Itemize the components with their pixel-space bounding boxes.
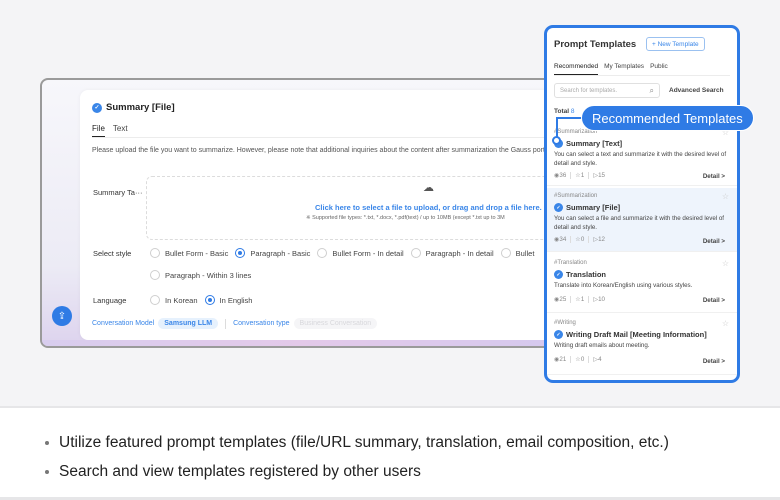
style-options-row2: Paragraph - Within 3 lines [150, 270, 258, 280]
section-divider [0, 406, 780, 408]
form-title: ✓ Summary [File] [92, 102, 175, 113]
detail-link[interactable]: Detail > [703, 297, 725, 304]
language-label: Language [93, 296, 127, 305]
select-file-link[interactable]: Click here to select a file to upload, o… [315, 203, 542, 212]
verified-badge-icon: ✓ [554, 330, 563, 339]
style-option[interactable]: Bullet Form - In detail [317, 248, 404, 258]
star-icon[interactable]: ☆ [722, 192, 729, 201]
style-options: Bullet Form - Basic Paragraph - Basic Bu… [150, 248, 541, 258]
item-tag: #Summarization [554, 193, 598, 199]
file-dropzone[interactable]: ☁ Click here to select a file to upload,… [146, 176, 558, 240]
verified-badge-icon: ✓ [554, 203, 563, 212]
prompt-templates-panel: Prompt Templates + New Template Recommen… [544, 25, 740, 383]
radio-selected[interactable] [235, 248, 246, 258]
language-option[interactable]: In English [204, 295, 252, 305]
model-pill[interactable]: Samsung LLM [158, 318, 219, 329]
form-title-text: Summary [File] [106, 102, 175, 113]
style-option[interactable]: Paragraph - Basic [235, 248, 310, 258]
bullet-icon [45, 440, 49, 445]
search-placeholder: Search for templates. [560, 87, 618, 94]
item-title: ✓ Writing Draft Mail [Meeting Information… [554, 330, 707, 339]
star-icon[interactable]: ☆ [722, 259, 729, 268]
tab-text[interactable]: Text [113, 124, 128, 137]
new-template-button[interactable]: + New Template [646, 37, 705, 51]
item-title: ✓Summary [Text] [554, 139, 622, 148]
detail-link[interactable]: Detail > [703, 358, 725, 365]
callout-connector [556, 117, 582, 139]
radio[interactable] [150, 295, 160, 305]
language-options: In Korean In English [150, 295, 259, 305]
supported-types-note: ※ Supported file types: *.txt, *.docx, *… [306, 215, 505, 221]
upload-button[interactable]: ⇪ [52, 306, 72, 326]
style-option[interactable]: Bullet Form - Basic [150, 248, 228, 258]
item-stats: ◉ 25 ☆ 1 ▷ 10 [554, 296, 605, 303]
cloud-upload-icon: ☁ [423, 182, 434, 194]
style-option[interactable]: Bullet [500, 248, 534, 258]
tab-file[interactable]: File [92, 124, 105, 137]
template-item[interactable]: #Summarization ☆ ✓ Summary [File] You can… [547, 188, 737, 252]
item-stats: ◉ 21 ☆ 0 ▷ 4 [554, 356, 602, 363]
bullet-item: Search and view templates registered by … [45, 457, 669, 486]
input-mode-tabs: File Text [92, 124, 558, 138]
tab-my-templates[interactable]: My Templates [604, 63, 644, 75]
item-stats: ◉ 36 ☆ 1 ▷ 15 [554, 172, 605, 179]
panel-tabs: Recommended My Templates Public [554, 63, 730, 76]
item-title: ✓ Translation [554, 270, 606, 279]
upload-icon: ⇪ [57, 310, 67, 322]
frame-gradient-bar [42, 340, 558, 346]
radio[interactable] [317, 248, 328, 258]
radio[interactable] [150, 270, 160, 280]
style-label: Select style [93, 249, 132, 258]
item-stats: ◉ 34 ☆ 0 ▷ 12 [554, 236, 605, 243]
app-window: ⇪ ✓ Summary [File] File Text Please uplo… [40, 78, 560, 348]
recommended-templates-callout: Recommended Templates [581, 105, 754, 131]
language-option[interactable]: In Korean [150, 295, 198, 305]
item-tag: #Writing [554, 320, 576, 326]
type-pill[interactable]: Business Conversation [293, 318, 378, 329]
form-description: Please upload the file you want to summa… [92, 147, 553, 154]
template-item[interactable]: #Translation ☆ ✓ Translation Translate in… [547, 255, 737, 313]
item-title: ✓ Summary [File] [554, 203, 620, 212]
item-tag: #Translation [554, 260, 587, 266]
detail-link[interactable]: Detail > [703, 238, 725, 245]
item-description: Translate into Korean/English using vari… [554, 282, 693, 289]
tab-public[interactable]: Public [650, 63, 668, 75]
screenshot-stage: ⇪ ✓ Summary [File] File Text Please uplo… [0, 0, 780, 406]
search-icon[interactable]: ⌕ [650, 86, 654, 96]
radio-selected[interactable] [204, 295, 215, 305]
template-item[interactable]: #Writing ☆ ✓ Writing Draft Mail [Meeting … [547, 315, 737, 375]
conversation-meta: Conversation Model Samsung LLM Conversat… [92, 318, 384, 329]
radio[interactable] [150, 248, 160, 258]
style-option[interactable]: Paragraph - In detail [410, 248, 494, 258]
verified-badge-icon: ✓ [554, 270, 563, 279]
feature-bullets: Utilize featured prompt templates (file/… [45, 428, 669, 486]
tab-recommended[interactable]: Recommended [554, 63, 599, 75]
total-count: Total 8 [554, 108, 575, 115]
item-description: Writing draft emails about meeting. [554, 342, 650, 349]
advanced-search-link[interactable]: Advanced Search [669, 87, 724, 94]
model-label: Conversation Model [92, 320, 155, 327]
divider [225, 318, 227, 329]
item-description: You can select a file and summarize it w… [554, 215, 725, 231]
type-label: Conversation type [233, 320, 290, 327]
radio[interactable] [500, 248, 511, 258]
callout-anchor-dot [552, 136, 561, 145]
style-option[interactable]: Paragraph - Within 3 lines [150, 270, 251, 280]
bullet-item: Utilize featured prompt templates (file/… [45, 428, 669, 457]
summary-target-label: Summary Ta··· [93, 188, 143, 197]
bullet-icon [45, 469, 49, 474]
verified-badge-icon: ✓ [92, 102, 102, 113]
detail-link[interactable]: Detail > [703, 173, 725, 180]
panel-title: Prompt Templates [554, 39, 637, 50]
star-icon[interactable]: ☆ [722, 319, 729, 328]
summary-form-card: ✓ Summary [File] File Text Please upload… [80, 90, 558, 340]
radio[interactable] [410, 248, 421, 258]
item-description: You can select a text and summarize it w… [554, 151, 727, 167]
template-search-input[interactable]: Search for templates. ⌕ [554, 83, 660, 98]
